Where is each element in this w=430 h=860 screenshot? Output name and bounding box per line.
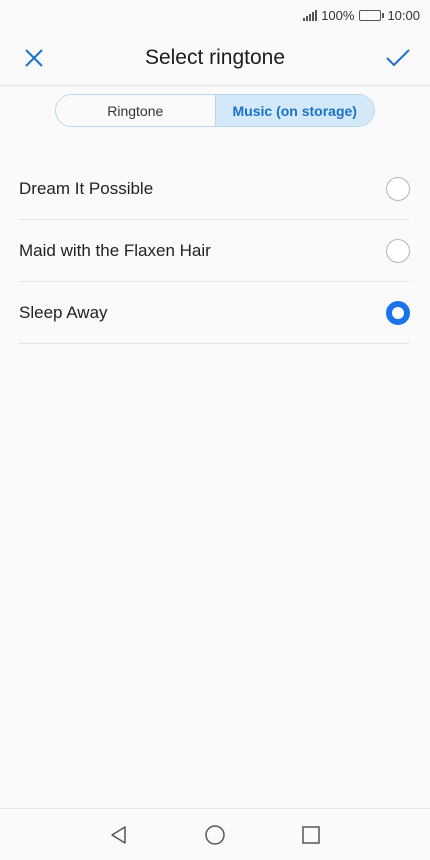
tab-music-on-storage[interactable]: Music (on storage) bbox=[215, 95, 374, 126]
header: Select ringtone bbox=[0, 30, 430, 86]
recents-square-icon bbox=[302, 825, 320, 844]
battery-percent: 100% bbox=[321, 7, 355, 23]
radio-button-selected[interactable] bbox=[386, 300, 410, 325]
check-icon bbox=[386, 49, 410, 67]
list-item-maid-with-the-flaxen-hair[interactable]: Maid with the Flaxen Hair bbox=[19, 220, 410, 282]
page-title: Select ringtone bbox=[144, 45, 286, 69]
list-item-label: Maid with the Flaxen Hair bbox=[19, 240, 211, 260]
home-circle-icon bbox=[205, 824, 225, 845]
source-tabs: Ringtone Music (on storage) bbox=[55, 94, 375, 127]
recents-button[interactable] bbox=[263, 811, 359, 859]
list-item-label: Dream It Possible bbox=[19, 178, 154, 198]
screen: 100% 10:00 Select ringtone Ringtone Musi… bbox=[0, 0, 430, 860]
back-triangle-icon bbox=[111, 825, 126, 844]
home-button[interactable] bbox=[167, 811, 263, 859]
radio-button[interactable] bbox=[386, 176, 410, 201]
close-button[interactable] bbox=[14, 40, 54, 76]
back-button[interactable] bbox=[71, 811, 167, 859]
status-bar: 100% 10:00 bbox=[0, 0, 430, 30]
close-icon bbox=[25, 49, 43, 67]
signal-icon bbox=[303, 9, 318, 21]
list-item-dream-it-possible[interactable]: Dream It Possible bbox=[19, 158, 410, 220]
clock: 10:00 bbox=[387, 7, 420, 23]
list-item-sleep-away[interactable]: Sleep Away bbox=[19, 282, 410, 344]
confirm-button[interactable] bbox=[378, 40, 418, 76]
list-item-label: Sleep Away bbox=[19, 302, 108, 322]
radio-button[interactable] bbox=[386, 238, 410, 263]
battery-icon bbox=[359, 9, 385, 21]
navigation-bar bbox=[0, 808, 430, 860]
tab-ringtone[interactable]: Ringtone bbox=[56, 95, 216, 126]
ringtone-list: Dream It Possible Maid with the Flaxen H… bbox=[19, 158, 410, 344]
